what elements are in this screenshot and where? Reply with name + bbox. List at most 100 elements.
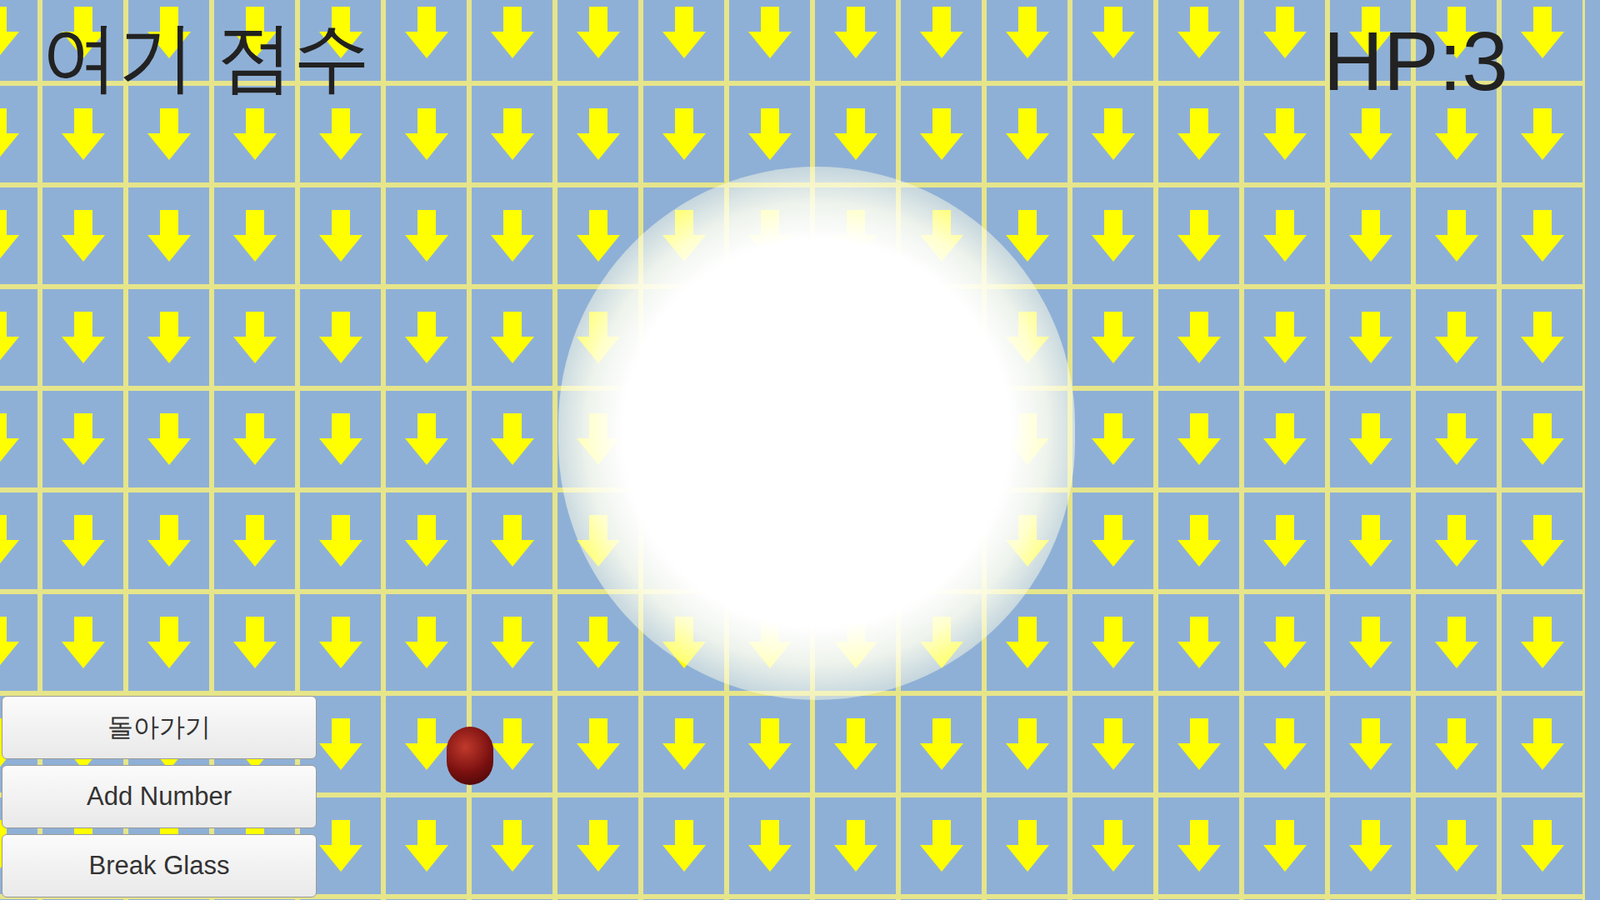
- down-arrow-icon: [319, 210, 363, 262]
- down-arrow-icon: [1177, 413, 1221, 465]
- down-arrow-icon: [576, 210, 620, 262]
- down-arrow-icon: [1177, 820, 1221, 872]
- down-arrow-icon: [0, 108, 20, 160]
- down-arrow-icon: [490, 6, 535, 59]
- hud: 여기 점수 HP:3: [0, 0, 1600, 107]
- arrow-tile: [1241, 83, 1328, 185]
- down-arrow-icon: [834, 718, 878, 770]
- down-arrow-icon: [920, 108, 964, 160]
- down-arrow-icon: [405, 820, 449, 872]
- down-arrow-icon: [61, 210, 105, 262]
- arrow-tile: [984, 0, 1070, 84]
- arrow-tile: [812, 0, 899, 84]
- arrow-tile: [1327, 693, 1414, 795]
- arrow-tile: [898, 83, 985, 185]
- arrow-tile: [469, 795, 555, 897]
- hp-label: HP:3: [1323, 15, 1509, 107]
- arrow-tile: [297, 591, 384, 694]
- down-arrow-icon: [662, 718, 706, 770]
- arrow-tile: [1241, 0, 1328, 84]
- arrow-tile: [984, 896, 1070, 900]
- down-arrow-icon: [405, 210, 449, 262]
- arrow-tile: [1155, 0, 1242, 84]
- down-arrow-icon: [147, 616, 191, 669]
- menu-button[interactable]: Break Glass: [1, 834, 317, 898]
- down-arrow-icon: [1005, 616, 1050, 669]
- down-arrow-icon: [1091, 6, 1135, 59]
- down-arrow-icon: [1435, 210, 1479, 262]
- down-arrow-icon: [1435, 616, 1479, 669]
- down-arrow-icon: [0, 210, 20, 262]
- down-arrow-icon: [147, 311, 191, 364]
- arrow-tile: [1070, 490, 1156, 592]
- arrow-tile: [383, 185, 470, 287]
- arrow-tile: [1327, 286, 1414, 389]
- arrow-tile: [1413, 185, 1500, 287]
- arrow-tile: [1241, 896, 1328, 900]
- arrow-tile: [211, 286, 298, 389]
- down-arrow-icon: [61, 311, 105, 364]
- arrow-tile: [0, 0, 40, 84]
- arrow-tile: [1155, 795, 1242, 897]
- down-arrow-icon: [1520, 311, 1565, 364]
- down-arrow-icon: [1177, 616, 1221, 669]
- arrow-tile: [640, 896, 727, 900]
- down-arrow-icon: [576, 820, 620, 872]
- red-ball[interactable]: [446, 726, 494, 785]
- arrow-tile: [898, 795, 985, 897]
- arrow-tile: [1327, 185, 1414, 287]
- menu-button[interactable]: Add Number: [1, 765, 317, 829]
- down-arrow-icon: [490, 820, 535, 872]
- arrow-tile: [383, 83, 470, 185]
- arrow-tile: [40, 286, 126, 389]
- down-arrow-icon: [1091, 515, 1135, 567]
- arrow-tile: [984, 693, 1070, 795]
- arrow-tile: [1070, 185, 1156, 287]
- arrow-tile: [984, 83, 1070, 185]
- arrow-tile: [640, 83, 727, 185]
- arrow-tile: [0, 83, 40, 185]
- down-arrow-icon: [1177, 515, 1221, 567]
- arrow-tile: [469, 185, 555, 287]
- arrow-tile: [211, 185, 298, 287]
- arrow-tile: [812, 693, 899, 795]
- arrow-tile: [640, 693, 727, 795]
- down-arrow-icon: [1263, 718, 1307, 770]
- arrow-tile: [812, 896, 899, 900]
- arrow-tile: [1499, 83, 1585, 185]
- arrow-tile: [984, 795, 1070, 897]
- down-arrow-icon: [1520, 210, 1565, 262]
- down-arrow-icon: [147, 108, 191, 160]
- arrow-tile: [555, 0, 641, 84]
- arrow-tile: [898, 693, 985, 795]
- arrow-tile: [1413, 490, 1500, 592]
- down-arrow-icon: [1263, 6, 1307, 59]
- arrow-tile: [383, 490, 470, 592]
- arrow-tile: [1155, 286, 1242, 389]
- arrow-tile: [125, 591, 212, 694]
- down-arrow-icon: [1263, 616, 1307, 669]
- arrow-tile: [1241, 591, 1328, 694]
- down-arrow-icon: [1263, 820, 1307, 872]
- down-arrow-icon: [0, 515, 20, 567]
- arrow-tile: [1499, 388, 1585, 490]
- arrow-tile: [726, 693, 813, 795]
- down-arrow-icon: [1177, 718, 1221, 770]
- arrow-tile: [125, 388, 212, 490]
- score-label: 여기 점수: [41, 15, 370, 100]
- menu-button[interactable]: 돌아가기: [1, 695, 317, 760]
- arrow-tile: [1499, 0, 1585, 84]
- down-arrow-icon: [405, 515, 449, 567]
- down-arrow-icon: [0, 616, 20, 669]
- down-arrow-icon: [233, 311, 277, 364]
- down-arrow-icon: [1435, 515, 1479, 567]
- down-arrow-icon: [233, 413, 277, 465]
- down-arrow-icon: [1091, 311, 1135, 364]
- down-arrow-icon: [405, 413, 449, 465]
- down-arrow-icon: [1263, 210, 1307, 262]
- down-arrow-icon: [1520, 108, 1565, 160]
- down-arrow-icon: [490, 413, 535, 465]
- arrow-tile: [1327, 490, 1414, 592]
- down-arrow-icon: [319, 108, 363, 160]
- arrow-tile: [1070, 591, 1156, 694]
